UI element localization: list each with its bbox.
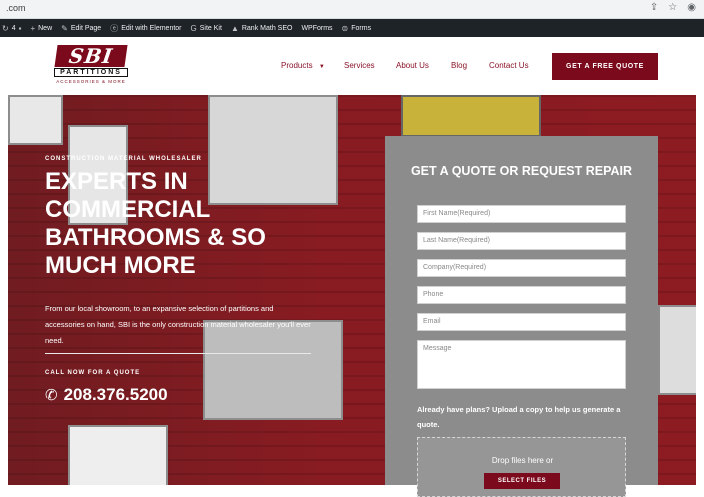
select-files-button[interactable]: SELECT FILES — [484, 473, 560, 489]
site-header: SBI PARTITIONS ACCESSORIES & MORE Produc… — [0, 37, 704, 95]
hero-headline: EXPERTS IN COMMERCIAL BATHROOMS & SO MUC… — [45, 168, 266, 279]
get-free-quote-button[interactable]: GET A FREE QUOTE — [552, 53, 658, 80]
phone-link[interactable]: ✆ 208.376.5200 — [45, 385, 168, 405]
wp-sitekit-label: Site Kit — [199, 24, 222, 32]
phone-number: 208.376.5200 — [63, 385, 168, 404]
rankmath-icon: ▲ — [230, 23, 239, 33]
wp-comments-count: 4 — [11, 24, 16, 32]
wp-elementor-button[interactable]: ⓔ Edit with Elementor — [110, 23, 181, 34]
wp-forms-button[interactable]: ⊜ Forms — [342, 24, 372, 33]
wp-wpforms-button[interactable]: WPForms — [301, 25, 332, 32]
fixture-image — [658, 305, 696, 395]
logo-tagline: ACCESSORIES & MORE — [56, 79, 126, 84]
comment-icon: ▪ — [18, 23, 22, 33]
profile-icon[interactable]: ◉ — [687, 2, 696, 13]
wp-edit-page-button[interactable]: ✎ Edit Page — [61, 24, 101, 33]
share-icon[interactable]: ⇪ — [650, 2, 658, 13]
fixture-image — [8, 95, 63, 145]
wp-rankmath-button[interactable]: ▲ Rank Math SEO — [231, 24, 293, 33]
wp-rankmath-label: Rank Math SEO — [241, 24, 293, 32]
site-logo[interactable]: SBI PARTITIONS ACCESSORIES & MORE — [50, 44, 132, 87]
wp-sitekit-button[interactable]: G Site Kit — [191, 24, 222, 33]
call-label: CALL NOW FOR A QUOTE — [45, 370, 141, 376]
last-name-field[interactable]: Last Name(Required) — [417, 232, 626, 250]
nav-about-us[interactable]: About Us — [396, 61, 429, 70]
email-field[interactable]: Email — [417, 313, 626, 331]
file-dropzone[interactable]: Drop files here or SELECT FILES — [417, 437, 626, 497]
drop-text: Drop files here or — [491, 456, 554, 465]
google-icon: G — [190, 23, 197, 33]
chevron-down-icon: ▼ — [318, 64, 325, 70]
wp-edit-page-label: Edit Page — [70, 24, 102, 32]
nav-blog[interactable]: Blog — [451, 61, 467, 70]
refresh-icon: ↻ — [2, 23, 9, 33]
hero-eyebrow: CONSTRUCTION MATERIAL WHOLESALER — [45, 156, 202, 162]
browser-address-bar: .com ⇪ ☆ ◉ — [0, 0, 704, 19]
wp-updates[interactable]: ↻ 4 ▪ — [2, 24, 21, 33]
hero-description: From our local showroom, to an expansive… — [45, 304, 311, 345]
logo-brand: SBI — [54, 44, 128, 68]
phone-icon: ✆ — [45, 387, 58, 404]
wp-new-button[interactable]: + New — [30, 24, 52, 33]
message-field[interactable]: Message — [417, 340, 626, 389]
quote-form: GET A QUOTE OR REQUEST REPAIR First Name… — [385, 136, 658, 497]
url-text[interactable]: .com — [6, 3, 26, 13]
wp-new-label: New — [38, 24, 53, 32]
logo-sub: PARTITIONS — [54, 68, 128, 77]
plus-icon: + — [30, 23, 36, 33]
nav-contact-us[interactable]: Contact Us — [489, 61, 529, 70]
nav-services[interactable]: Services — [344, 61, 375, 70]
fixture-image — [401, 95, 541, 137]
wp-admin-bar: ↻ 4 ▪ + New ✎ Edit Page ⓔ Edit with Elem… — [0, 19, 704, 37]
wp-wpforms-label: WPForms — [301, 24, 333, 32]
form-title: GET A QUOTE OR REQUEST REPAIR — [410, 164, 633, 178]
company-field[interactable]: Company(Required) — [417, 259, 626, 277]
wp-elementor-label: Edit with Elementor — [121, 24, 182, 32]
fixture-image — [68, 425, 168, 485]
nav-products[interactable]: Products ▼ — [281, 61, 325, 70]
pencil-icon: ✎ — [61, 23, 68, 33]
hero-divider — [45, 353, 311, 354]
upload-instructions: Already have plans? Upload a copy to hel… — [417, 405, 621, 429]
elementor-icon: ⓔ — [110, 23, 119, 33]
hero-text-block: CONSTRUCTION MATERIAL WHOLESALER EXPERTS… — [45, 156, 315, 280]
first-name-field[interactable]: First Name(Required) — [417, 205, 626, 223]
phone-field[interactable]: Phone — [417, 286, 626, 304]
star-icon[interactable]: ☆ — [668, 2, 677, 13]
wp-forms-label: Forms — [351, 24, 372, 32]
forms-icon: ⊜ — [341, 23, 349, 33]
nav-products-label: Products — [281, 61, 313, 70]
